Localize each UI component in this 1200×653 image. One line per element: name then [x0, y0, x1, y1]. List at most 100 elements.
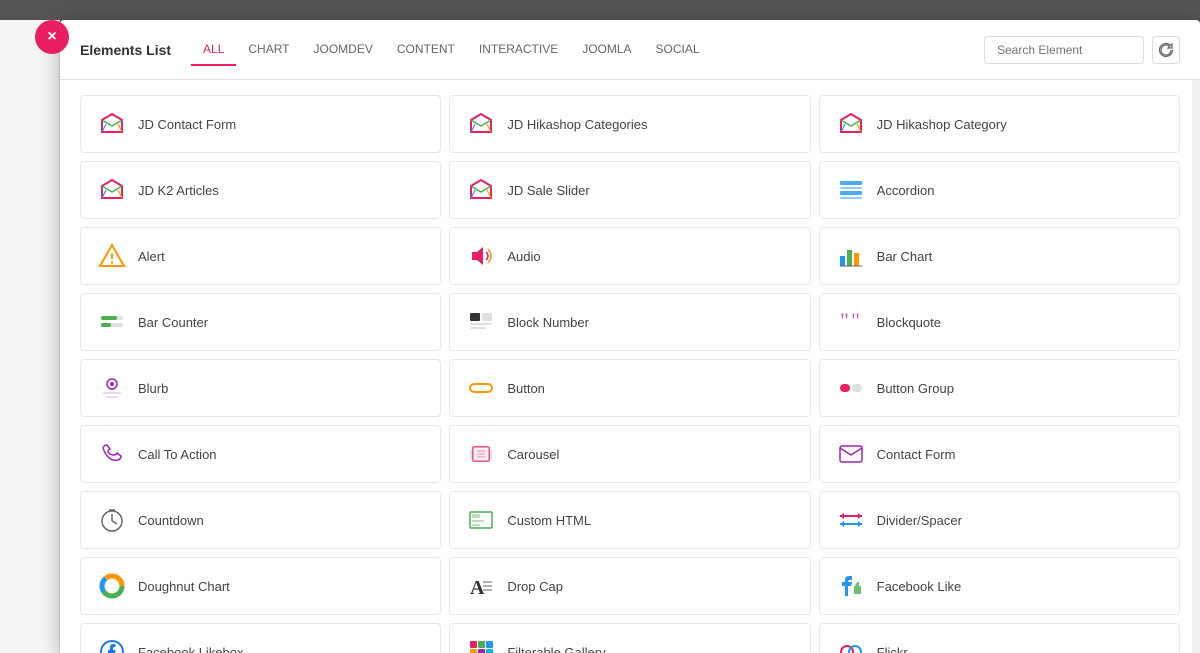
drop-cap-label: Drop Cap: [507, 579, 563, 594]
element-contact-form[interactable]: Contact Form: [819, 425, 1180, 483]
contact-form-icon: [835, 438, 867, 470]
jd-k2-articles-label: JD K2 Articles: [138, 183, 219, 198]
tabs-container: ALL CHART JOOMDEV CONTENT INTERACTIVE JO…: [191, 34, 984, 66]
jd-contact-form-label: JD Contact Form: [138, 117, 236, 132]
filterable-gallery-icon: [465, 636, 497, 653]
element-countdown[interactable]: Countdown: [80, 491, 441, 549]
drop-cap-icon: A: [465, 570, 497, 602]
accordion-icon: [835, 174, 867, 206]
call-to-action-label: Call To Action: [138, 447, 217, 462]
modal-header: Elements List ALL CHART JOOMDEV CONTENT …: [60, 20, 1200, 80]
elements-list-modal: Elements List ALL CHART JOOMDEV CONTENT …: [60, 20, 1200, 653]
call-to-action-icon: [96, 438, 128, 470]
jd-hikashop-category-label: JD Hikashop Category: [877, 117, 1007, 132]
blurb-icon: [96, 372, 128, 404]
divider-spacer-label: Divider/Spacer: [877, 513, 962, 528]
element-blurb[interactable]: Blurb: [80, 359, 441, 417]
button-label: Button: [507, 381, 545, 396]
tab-content[interactable]: CONTENT: [385, 34, 467, 66]
element-bar-chart[interactable]: Bar Chart: [819, 227, 1180, 285]
facebook-likebox-icon: [96, 636, 128, 653]
element-facebook-likebox[interactable]: Facebook Likebox: [80, 623, 441, 653]
refresh-button[interactable]: [1152, 36, 1180, 64]
element-jd-sale-slider[interactable]: JD Sale Slider: [449, 161, 810, 219]
facebook-like-label: Facebook Like: [877, 579, 962, 594]
jd-contact-form-icon: [96, 108, 128, 140]
element-bar-counter[interactable]: Bar Counter: [80, 293, 441, 351]
alert-label: Alert: [138, 249, 165, 264]
countdown-icon: [96, 504, 128, 536]
custom-html-label: Custom HTML: [507, 513, 591, 528]
contact-form-label: Contact Form: [877, 447, 956, 462]
countdown-label: Countdown: [138, 513, 204, 528]
elements-content: JD Contact Form JD Hikashop Categories: [60, 80, 1200, 653]
element-blockquote[interactable]: " " Blockquote: [819, 293, 1180, 351]
jd-hikashop-categories-icon: [465, 108, 497, 140]
block-number-label: Block Number: [507, 315, 589, 330]
element-accordion[interactable]: Accordion: [819, 161, 1180, 219]
flickr-icon: [835, 636, 867, 653]
tab-joomla[interactable]: JOOMLA: [570, 34, 643, 66]
element-drop-cap[interactable]: A Drop Cap: [449, 557, 810, 615]
blockquote-icon: " ": [835, 306, 867, 338]
jd-sale-slider-label: JD Sale Slider: [507, 183, 589, 198]
element-jd-hikashop-category[interactable]: JD Hikashop Category: [819, 95, 1180, 153]
bar-chart-icon: [835, 240, 867, 272]
svg-text:A: A: [470, 577, 485, 599]
jd-k2-articles-icon: [96, 174, 128, 206]
close-button[interactable]: ×: [35, 20, 69, 54]
block-number-icon: [465, 306, 497, 338]
scrollbar-track[interactable]: [1192, 80, 1200, 653]
tab-interactive[interactable]: INTERACTIVE: [467, 34, 570, 66]
bar-counter-label: Bar Counter: [138, 315, 208, 330]
filterable-gallery-label: Filterable Gallery: [507, 645, 605, 653]
svg-text:": ": [851, 308, 860, 333]
divider-spacer-icon: [835, 504, 867, 536]
jd-hikashop-categories-label: JD Hikashop Categories: [507, 117, 647, 132]
facebook-like-icon: [835, 570, 867, 602]
element-alert[interactable]: Alert: [80, 227, 441, 285]
flickr-label: Flickr: [877, 645, 908, 653]
accordion-label: Accordion: [877, 183, 935, 198]
tab-chart[interactable]: CHART: [236, 34, 301, 66]
element-block-number[interactable]: Block Number: [449, 293, 810, 351]
tab-all[interactable]: ALL: [191, 34, 236, 66]
modal-title: Elements List: [80, 42, 171, 58]
carousel-icon: [465, 438, 497, 470]
button-group-label: Button Group: [877, 381, 954, 396]
doughnut-chart-label: Doughnut Chart: [138, 579, 230, 594]
element-audio[interactable]: Audio: [449, 227, 810, 285]
search-input[interactable]: [984, 36, 1144, 64]
element-jd-contact-form[interactable]: JD Contact Form: [80, 95, 441, 153]
alert-icon: [96, 240, 128, 272]
tab-joomdev[interactable]: JOOMDEV: [302, 34, 385, 66]
element-call-to-action[interactable]: Call To Action: [80, 425, 441, 483]
elements-grid: JD Contact Form JD Hikashop Categories: [80, 95, 1180, 653]
jd-hikashop-category-icon: [835, 108, 867, 140]
element-flickr[interactable]: Flickr: [819, 623, 1180, 653]
svg-text:": ": [840, 308, 849, 333]
blurb-label: Blurb: [138, 381, 168, 396]
element-custom-html[interactable]: Custom HTML: [449, 491, 810, 549]
close-icon: ×: [47, 28, 56, 46]
element-doughnut-chart[interactable]: Doughnut Chart: [80, 557, 441, 615]
tab-social[interactable]: SOCIAL: [644, 34, 712, 66]
element-facebook-like[interactable]: Facebook Like: [819, 557, 1180, 615]
element-filterable-gallery[interactable]: Filterable Gallery: [449, 623, 810, 653]
custom-html-icon: [465, 504, 497, 536]
bar-counter-icon: [96, 306, 128, 338]
blockquote-label: Blockquote: [877, 315, 941, 330]
element-button[interactable]: Button: [449, 359, 810, 417]
jd-sale-slider-icon: [465, 174, 497, 206]
doughnut-chart-icon: [96, 570, 128, 602]
element-carousel[interactable]: Carousel: [449, 425, 810, 483]
audio-label: Audio: [507, 249, 540, 264]
audio-icon: [465, 240, 497, 272]
element-jd-k2-articles[interactable]: JD K2 Articles: [80, 161, 441, 219]
facebook-likebox-label: Facebook Likebox: [138, 645, 244, 653]
element-jd-hikashop-categories[interactable]: JD Hikashop Categories: [449, 95, 810, 153]
search-area: [984, 36, 1180, 64]
element-button-group[interactable]: Button Group: [819, 359, 1180, 417]
element-divider-spacer[interactable]: Divider/Spacer: [819, 491, 1180, 549]
refresh-icon: [1159, 43, 1173, 57]
